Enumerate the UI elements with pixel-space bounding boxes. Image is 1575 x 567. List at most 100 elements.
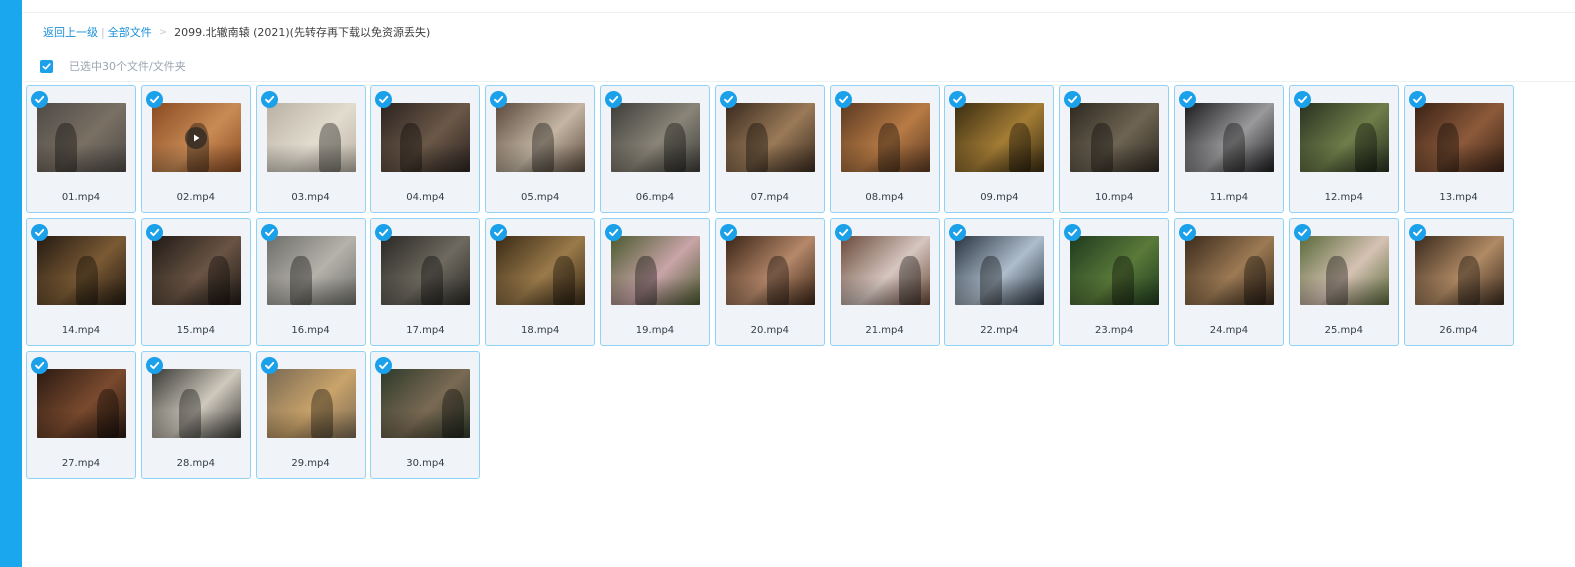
file-tile[interactable]: 12.mp4 bbox=[1288, 85, 1399, 213]
checked-circle-icon[interactable] bbox=[719, 91, 737, 108]
checked-circle-icon[interactable] bbox=[719, 224, 737, 241]
file-tile[interactable]: 06.mp4 bbox=[599, 85, 710, 213]
all-files-link[interactable]: 全部文件 bbox=[108, 24, 152, 40]
video-thumbnail[interactable] bbox=[725, 103, 815, 172]
file-tile[interactable]: 22.mp4 bbox=[944, 218, 1055, 346]
checked-circle-icon[interactable] bbox=[145, 91, 163, 108]
checked-circle-icon[interactable] bbox=[145, 357, 163, 374]
video-thumbnail[interactable] bbox=[496, 103, 586, 172]
file-tile[interactable]: 30.mp4 bbox=[370, 351, 481, 479]
video-thumbnail[interactable] bbox=[266, 236, 356, 305]
video-thumbnail[interactable] bbox=[496, 236, 586, 305]
file-tile[interactable]: 04.mp4 bbox=[370, 85, 481, 213]
checkmark-icon bbox=[1297, 95, 1307, 104]
checked-circle-icon[interactable] bbox=[834, 91, 852, 108]
header-divider bbox=[22, 81, 1575, 82]
video-thumbnail[interactable] bbox=[955, 236, 1045, 305]
file-tile[interactable]: 21.mp4 bbox=[829, 218, 940, 346]
checked-circle-icon[interactable] bbox=[31, 91, 48, 108]
breadcrumb: 返回上一级 | 全部文件 > 2099.北辙南辕 (2021)(先转存再下载以免… bbox=[43, 24, 430, 40]
thumbnail-shade bbox=[1184, 144, 1274, 172]
checked-circle-icon[interactable] bbox=[604, 91, 622, 108]
video-thumbnail[interactable] bbox=[37, 236, 126, 305]
file-tile[interactable]: 15.mp4 bbox=[140, 218, 251, 346]
checked-circle-icon[interactable] bbox=[145, 224, 163, 241]
file-tile[interactable]: 25.mp4 bbox=[1288, 218, 1399, 346]
checked-circle-icon[interactable] bbox=[1293, 91, 1311, 108]
checked-circle-icon[interactable] bbox=[31, 357, 48, 374]
checked-circle-icon[interactable] bbox=[1178, 224, 1196, 241]
file-grid: 01.mp4 02.mp4 03.mp4 04.mp4 05.mp4 06.mp4 07.m… bbox=[26, 85, 1518, 479]
video-thumbnail[interactable] bbox=[1070, 103, 1160, 172]
video-thumbnail[interactable] bbox=[381, 236, 471, 305]
video-thumbnail[interactable] bbox=[1070, 236, 1160, 305]
video-thumbnail[interactable] bbox=[955, 103, 1045, 172]
file-tile[interactable]: 17.mp4 bbox=[370, 218, 481, 346]
file-tile[interactable]: 24.mp4 bbox=[1173, 218, 1284, 346]
checked-circle-icon[interactable] bbox=[260, 357, 278, 374]
checked-circle-icon[interactable] bbox=[1293, 224, 1311, 241]
file-tile[interactable]: 13.mp4 bbox=[1403, 85, 1514, 213]
file-tile[interactable]: 18.mp4 bbox=[485, 218, 596, 346]
video-thumbnail[interactable] bbox=[840, 236, 930, 305]
file-tile[interactable]: 08.mp4 bbox=[829, 85, 940, 213]
video-thumbnail[interactable] bbox=[840, 103, 930, 172]
checked-circle-icon[interactable] bbox=[834, 224, 852, 241]
top-divider bbox=[22, 12, 1575, 13]
video-thumbnail[interactable] bbox=[151, 236, 241, 305]
file-name: 12.mp4 bbox=[1324, 192, 1363, 203]
file-tile[interactable]: 02.mp4 bbox=[140, 85, 251, 213]
checked-circle-icon[interactable] bbox=[604, 224, 622, 241]
video-thumbnail[interactable] bbox=[266, 103, 356, 172]
video-thumbnail[interactable] bbox=[1184, 103, 1274, 172]
file-tile[interactable]: 19.mp4 bbox=[599, 218, 710, 346]
checkmark-icon bbox=[379, 95, 389, 104]
thumbnail-shade bbox=[266, 410, 356, 438]
video-thumbnail[interactable] bbox=[1299, 103, 1389, 172]
select-all-checkbox[interactable] bbox=[40, 59, 53, 73]
file-tile[interactable]: 07.mp4 bbox=[714, 85, 825, 213]
video-thumbnail[interactable] bbox=[1184, 236, 1274, 305]
video-thumbnail[interactable] bbox=[266, 369, 356, 438]
file-tile[interactable]: 23.mp4 bbox=[1059, 218, 1170, 346]
file-tile[interactable]: 28.mp4 bbox=[140, 351, 251, 479]
video-thumbnail[interactable] bbox=[381, 369, 471, 438]
play-icon[interactable] bbox=[185, 126, 208, 149]
thumbnail-shade bbox=[37, 144, 126, 172]
video-thumbnail[interactable] bbox=[1414, 236, 1504, 305]
checked-circle-icon[interactable] bbox=[1408, 91, 1426, 108]
selection-bar: 已选中30个文件/文件夹 bbox=[40, 58, 186, 74]
file-tile[interactable]: 26.mp4 bbox=[1403, 218, 1514, 346]
file-name: 24.mp4 bbox=[1209, 325, 1249, 336]
checked-circle-icon[interactable] bbox=[1408, 224, 1426, 241]
video-thumbnail[interactable] bbox=[610, 236, 700, 305]
file-tile[interactable]: 09.mp4 bbox=[944, 85, 1055, 213]
file-tile[interactable]: 01.mp4 bbox=[26, 85, 136, 213]
video-thumbnail[interactable] bbox=[1299, 236, 1389, 305]
back-link[interactable]: 返回上一级 bbox=[43, 24, 98, 40]
video-thumbnail[interactable] bbox=[151, 369, 241, 438]
file-tile[interactable]: 05.mp4 bbox=[485, 85, 596, 213]
file-tile[interactable]: 10.mp4 bbox=[1059, 85, 1170, 213]
video-thumbnail[interactable] bbox=[37, 103, 126, 172]
thumbnail-shade bbox=[1299, 144, 1389, 172]
checked-circle-icon[interactable] bbox=[1178, 91, 1196, 108]
file-tile[interactable]: 03.mp4 bbox=[255, 85, 366, 213]
file-tile[interactable]: 27.mp4 bbox=[26, 351, 136, 479]
file-tile[interactable]: 20.mp4 bbox=[714, 218, 825, 346]
video-thumbnail[interactable] bbox=[37, 369, 126, 438]
video-thumbnail[interactable] bbox=[381, 103, 471, 172]
checked-circle-icon[interactable] bbox=[31, 224, 48, 241]
file-tile[interactable]: 14.mp4 bbox=[26, 218, 136, 346]
thumbnail-shade bbox=[610, 144, 700, 172]
file-name: 26.mp4 bbox=[1439, 325, 1478, 336]
video-thumbnail[interactable] bbox=[1414, 103, 1504, 172]
file-tile[interactable]: 29.mp4 bbox=[255, 351, 366, 479]
checked-circle-icon[interactable] bbox=[260, 91, 278, 108]
video-thumbnail[interactable] bbox=[151, 103, 241, 172]
video-thumbnail[interactable] bbox=[610, 103, 700, 172]
file-tile[interactable]: 16.mp4 bbox=[255, 218, 366, 346]
file-tile[interactable]: 11.mp4 bbox=[1173, 85, 1284, 213]
checked-circle-icon[interactable] bbox=[260, 224, 278, 241]
video-thumbnail[interactable] bbox=[725, 236, 815, 305]
